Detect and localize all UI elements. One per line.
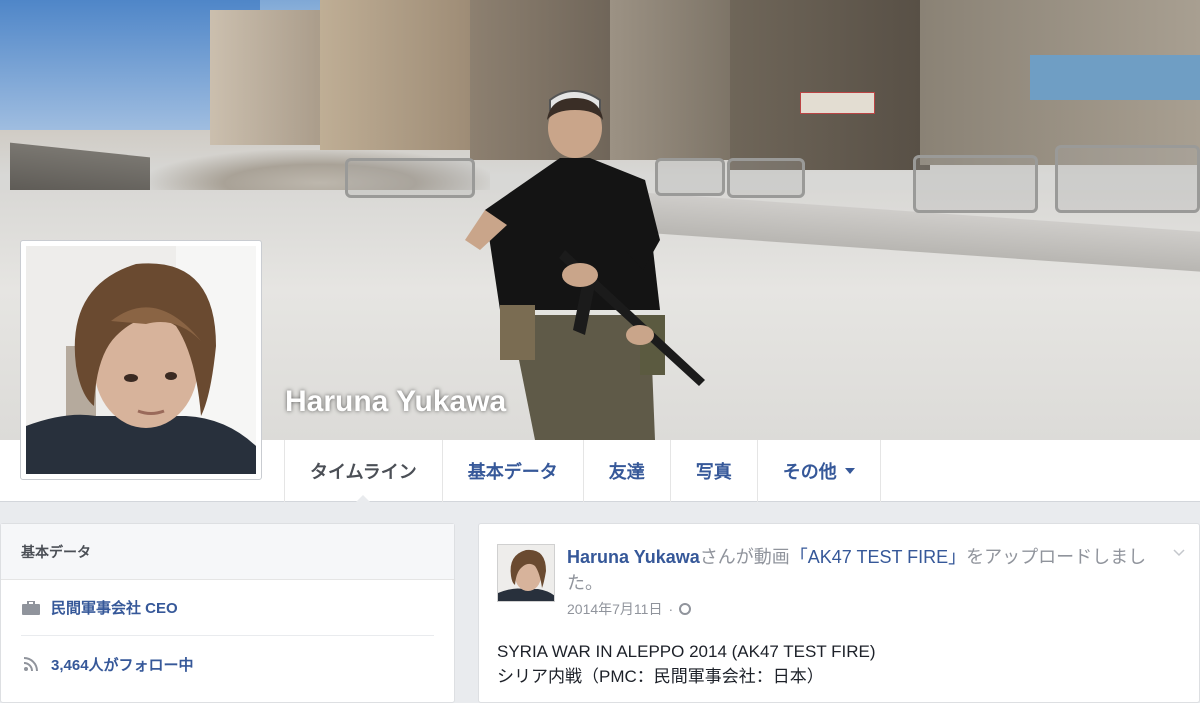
tab-more[interactable]: その他 bbox=[756, 440, 881, 502]
profile-picture[interactable] bbox=[20, 240, 262, 480]
profile-tabs: タイムライン 基本データ 友達 写真 その他 bbox=[284, 440, 881, 503]
chevron-down-icon bbox=[844, 468, 855, 474]
post-body: SYRIA WAR IN ALEPPO 2014 (AK47 TEST FIRE… bbox=[497, 639, 876, 689]
tab-friends[interactable]: 友達 bbox=[582, 440, 670, 502]
about-item-followers[interactable]: 3,464人がフォロー中 bbox=[21, 636, 434, 692]
chevron-down-icon[interactable] bbox=[1173, 546, 1185, 558]
post-meta: 2014年7月11日 · bbox=[567, 599, 692, 619]
tab-label: タイムライン bbox=[310, 462, 417, 482]
tab-label: 基本データ bbox=[467, 462, 558, 482]
post-card: Haruna Yukawaさんが動画「AK47 TEST FIRE」をアップロー… bbox=[478, 523, 1200, 703]
briefcase-icon bbox=[21, 598, 41, 618]
post-header: Haruna Yukawaさんが動画「AK47 TEST FIRE」をアップロー… bbox=[567, 544, 1157, 596]
about-item-label: 民間軍事会社 CEO bbox=[51, 600, 178, 617]
post-date[interactable]: 2014年7月11日 bbox=[567, 599, 662, 619]
profile-name[interactable]: Haruna Yukawa bbox=[285, 385, 506, 419]
post-video-link[interactable]: 「AK47 TEST FIRE」 bbox=[790, 547, 966, 567]
about-item-label: 3,464人がフォロー中 bbox=[51, 656, 194, 674]
tab-label: 友達 bbox=[608, 462, 645, 482]
cover-shop-sign bbox=[1030, 55, 1200, 100]
rss-icon bbox=[21, 654, 41, 674]
avatar-portrait bbox=[26, 246, 256, 474]
cover-barrier bbox=[913, 155, 1038, 213]
post-meta-separator: · bbox=[668, 601, 674, 617]
globe-icon[interactable] bbox=[679, 603, 692, 615]
tab-about[interactable]: 基本データ bbox=[441, 440, 583, 502]
post-action-text: さんが動画 bbox=[699, 547, 790, 567]
tab-label: その他 bbox=[782, 462, 837, 482]
about-card: 基本データ 民間軍事会社 CEO 3,464人がフォロー中 bbox=[0, 523, 455, 703]
tab-photos[interactable]: 写真 bbox=[669, 440, 757, 502]
about-card-title: 基本データ bbox=[1, 524, 454, 580]
post-avatar[interactable] bbox=[497, 544, 555, 602]
about-item-work[interactable]: 民間軍事会社 CEO bbox=[21, 580, 434, 636]
cover-barrier bbox=[727, 158, 805, 198]
post-body-line: シリア内戦（PMC：民間軍事会社：日本） bbox=[497, 667, 824, 686]
post-author-link[interactable]: Haruna Yukawa bbox=[567, 547, 700, 567]
post-avatar-portrait bbox=[498, 545, 554, 601]
tab-label: 写真 bbox=[695, 462, 732, 482]
cover-barrier bbox=[1055, 145, 1200, 213]
cover-shop-sign bbox=[800, 92, 875, 114]
avatar bbox=[26, 246, 256, 474]
cover-building bbox=[730, 0, 930, 170]
cover-building bbox=[210, 10, 330, 145]
tab-timeline[interactable]: タイムライン bbox=[284, 440, 442, 503]
post-body-line: SYRIA WAR IN ALEPPO 2014 (AK47 TEST FIRE… bbox=[497, 642, 876, 661]
